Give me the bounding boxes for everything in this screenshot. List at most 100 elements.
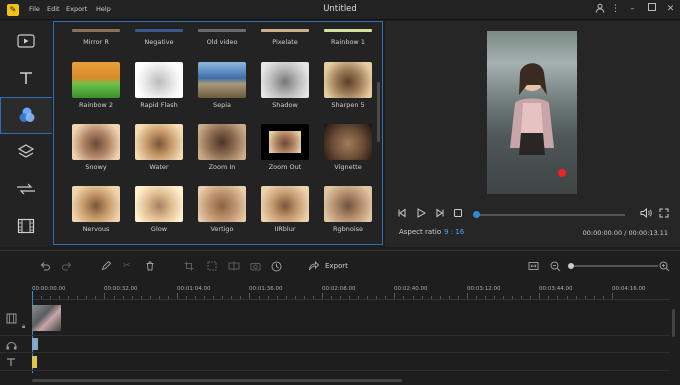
- delete-icon[interactable]: [145, 261, 155, 274]
- sidebar-filters[interactable]: [0, 97, 52, 134]
- ruler-tick: [457, 296, 459, 299]
- redo-icon[interactable]: [62, 261, 73, 274]
- filter-item[interactable]: Shadow: [261, 62, 309, 109]
- timeline-vertical-scrollbar[interactable]: [672, 309, 675, 337]
- menu-export[interactable]: Export: [66, 5, 87, 13]
- time-display: 00:00:00.00 / 00:00:13.11: [582, 229, 668, 237]
- sidebar-text[interactable]: [0, 60, 52, 97]
- aspect-ratio-value[interactable]: 9 : 16: [444, 228, 464, 236]
- aspect-ratio-label: Aspect ratio: [399, 228, 442, 236]
- zoom-slider-track[interactable]: [568, 265, 658, 267]
- sidebar-transitions[interactable]: [0, 171, 52, 208]
- ruler-label: 00:03:44.00: [539, 286, 573, 292]
- menu-help[interactable]: Help: [96, 5, 111, 13]
- filter-thumb-mirror-r[interactable]: [72, 29, 120, 32]
- zoom-slider-handle[interactable]: [568, 263, 574, 269]
- video-clip[interactable]: [32, 305, 61, 331]
- filter-label: Sharpen 5: [331, 101, 365, 109]
- filter-label: Rapid Flash: [140, 101, 178, 109]
- sidebar-overlays[interactable]: [0, 134, 52, 171]
- menu-edit[interactable]: Edit: [47, 5, 60, 13]
- zoom-in-icon[interactable]: [659, 261, 670, 275]
- undo-icon[interactable]: [39, 261, 50, 274]
- filter-thumb: [72, 124, 120, 160]
- filter-item[interactable]: Glow: [135, 186, 183, 233]
- playback-progress-handle[interactable]: [473, 211, 480, 218]
- filter-scrollbar[interactable]: [377, 82, 380, 142]
- playback-progress-track[interactable]: [478, 214, 625, 216]
- filter-label: Rgbnoise: [332, 225, 364, 233]
- ruler-tick: [267, 296, 269, 299]
- split-icon[interactable]: [228, 261, 240, 274]
- timeline-horizontal-scrollbar[interactable]: [32, 379, 402, 382]
- ruler-tick: [421, 296, 423, 299]
- filter-item[interactable]: Nervous: [72, 186, 120, 233]
- filter-thumb-pixelate[interactable]: [261, 29, 309, 32]
- filter-item[interactable]: Vertigo: [198, 186, 246, 233]
- sidebar: [0, 21, 52, 247]
- menu-file[interactable]: File: [29, 5, 40, 13]
- crop-icon[interactable]: [184, 261, 194, 274]
- speed-icon[interactable]: [271, 261, 282, 275]
- filter-thumb: [135, 62, 183, 98]
- edit-icon[interactable]: [101, 260, 112, 274]
- filter-item[interactable]: Zoom Out: [261, 124, 309, 171]
- sidebar-media[interactable]: [0, 23, 52, 60]
- play-icon[interactable]: [416, 208, 427, 221]
- filter-thumb: [198, 186, 246, 222]
- filter-item[interactable]: Water: [135, 124, 183, 171]
- filter-item[interactable]: Rainbow 2: [72, 62, 120, 109]
- volume-icon[interactable]: [640, 207, 652, 221]
- ruler-tick: [584, 296, 586, 299]
- prev-frame-icon[interactable]: [397, 208, 407, 221]
- fit-timeline-icon[interactable]: [528, 261, 539, 274]
- ruler-tick: [557, 296, 559, 299]
- app-logo-icon: ✎: [7, 4, 19, 16]
- ruler-tick: [303, 296, 305, 299]
- timeline-ruler[interactable]: 00:00:00.00 00:00:32.00 00:01:04.00 00:0…: [32, 284, 670, 300]
- filter-thumb: [72, 62, 120, 98]
- ruler-tick: [204, 296, 206, 299]
- filter-item[interactable]: Sharpen 5: [324, 62, 372, 109]
- maximize-icon[interactable]: [645, 3, 658, 16]
- filter-item[interactable]: Vignette: [324, 124, 372, 171]
- ruler-label: 00:02:08.00: [322, 286, 356, 292]
- filter-item[interactable]: Sepia: [198, 62, 246, 109]
- filter-item[interactable]: Rgbnoise: [324, 186, 372, 233]
- stop-icon[interactable]: [453, 208, 463, 221]
- ruler-tick: [140, 296, 142, 299]
- filter-item[interactable]: Rapid Flash: [135, 62, 183, 109]
- filter-item[interactable]: Zoom In: [198, 124, 246, 171]
- cut-icon[interactable]: ✂: [123, 261, 131, 271]
- ruler-tick: [240, 296, 242, 299]
- export-icon[interactable]: [308, 260, 320, 274]
- filter-label: Rainbow 2: [79, 101, 113, 109]
- export-button[interactable]: Export: [325, 262, 348, 270]
- filter-label: IIRblur: [274, 225, 296, 233]
- more-icon[interactable]: ⋮: [609, 3, 622, 16]
- filter-thumb-old-video[interactable]: [198, 29, 246, 32]
- filter-item[interactable]: IIRblur: [261, 186, 309, 233]
- text-clip[interactable]: [32, 356, 37, 368]
- minimize-icon[interactable]: –: [626, 3, 639, 16]
- user-icon[interactable]: [593, 3, 606, 16]
- next-frame-icon[interactable]: [435, 208, 445, 221]
- ruler-tick: [222, 296, 224, 299]
- filters-icon: [18, 106, 36, 126]
- filter-thumb-negative[interactable]: [135, 29, 183, 32]
- zoom-out-icon[interactable]: [550, 261, 561, 275]
- snapshot-icon[interactable]: [250, 261, 261, 274]
- ruler-label: 00:03:12.00: [467, 286, 501, 292]
- sidebar-elements[interactable]: [0, 208, 52, 245]
- video-preview: [487, 31, 577, 194]
- lock-icon[interactable]: 🔒︎: [22, 323, 25, 331]
- filter-thumb: [198, 62, 246, 98]
- filter-item[interactable]: Snowy: [72, 124, 120, 171]
- mosaic-icon[interactable]: [207, 261, 217, 274]
- audio-clip[interactable]: [32, 338, 38, 350]
- filter-thumb-rainbow-1[interactable]: [324, 29, 372, 32]
- close-icon[interactable]: ✕: [664, 3, 677, 16]
- ruler-tick: [276, 296, 278, 299]
- media-icon: [17, 33, 35, 51]
- fullscreen-icon[interactable]: [659, 208, 669, 221]
